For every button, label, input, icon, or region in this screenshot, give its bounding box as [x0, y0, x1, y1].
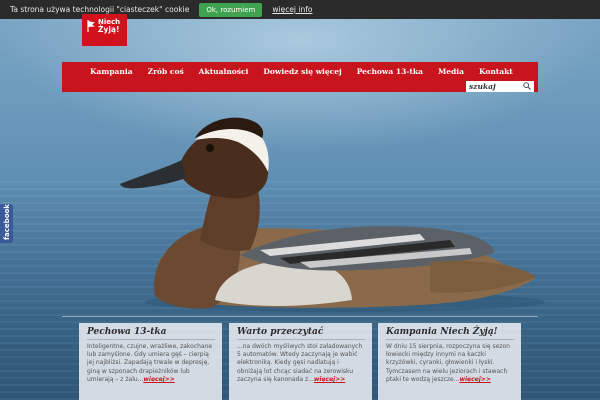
divider — [62, 316, 538, 317]
logo-emblem-icon — [87, 20, 95, 32]
card-title: Warto przeczytać — [237, 327, 324, 337]
nav-item-kontakt[interactable]: Kontakt — [471, 67, 520, 76]
cookie-notice-text: Ta strona używa technologii "ciasteczek"… — [10, 5, 190, 14]
nav-item-pechowa-13-tka[interactable]: Pechowa 13-tka — [349, 67, 430, 76]
news-card-warto-przeczytac: Warto przeczytać ...na dwóch myśliwych s… — [229, 323, 372, 400]
card-text: ...na dwóch myśliwych stoi załadowanych … — [237, 343, 365, 384]
read-more-link[interactable]: więcej>> — [459, 376, 490, 383]
cookie-more-info-link[interactable]: więcej info — [272, 5, 312, 14]
search-icon[interactable] — [523, 82, 531, 90]
nav-item-media[interactable]: Media — [430, 67, 471, 76]
nav-item-aktualnosci[interactable]: Aktualności — [191, 67, 256, 76]
card-excerpt: W dniu 15 sierpnia, rozpoczyna się sezon… — [386, 343, 510, 383]
card-title: Kampania Niech Żyją! — [386, 327, 498, 337]
facebook-side-tab[interactable]: facebook — [0, 204, 13, 243]
nav-menu: Kampania Zrób coś Aktualności Dowiedz si… — [62, 62, 520, 80]
main-navigation: Kampania Zrób coś Aktualności Dowiedz si… — [62, 62, 538, 92]
news-card-pechowa: Pechowa 13-tka Inteligentne, czujne, wra… — [79, 323, 222, 400]
search-input[interactable] — [466, 81, 519, 92]
card-text: Inteligentne, czujne, wrażliwe, zakochan… — [87, 343, 215, 384]
read-more-link[interactable]: więcej>> — [314, 376, 345, 383]
search-box — [466, 81, 534, 92]
logo-line-2: Żyją! — [98, 25, 120, 34]
nav-item-kampania[interactable]: Kampania — [62, 67, 140, 76]
news-card-kampania: Kampania Niech Żyją! W dniu 15 sierpnia,… — [378, 323, 521, 400]
card-text: W dniu 15 sierpnia, rozpoczyna się sezon… — [386, 343, 514, 384]
card-divider — [87, 339, 215, 340]
card-divider — [237, 339, 365, 340]
card-divider — [386, 339, 514, 340]
site-logo[interactable]: Niech Żyją! — [82, 14, 127, 46]
facebook-label: facebook — [3, 204, 11, 240]
nav-item-dowiedz-sie-wiecej[interactable]: Dowiedz się więcej — [256, 67, 349, 76]
cookie-accept-button[interactable]: Ok, rozumiem — [199, 2, 263, 17]
nav-item-zrob-cos[interactable]: Zrób coś — [140, 67, 191, 76]
read-more-link[interactable]: więcej>> — [143, 376, 174, 383]
card-title: Pechowa 13-tka — [87, 327, 167, 337]
